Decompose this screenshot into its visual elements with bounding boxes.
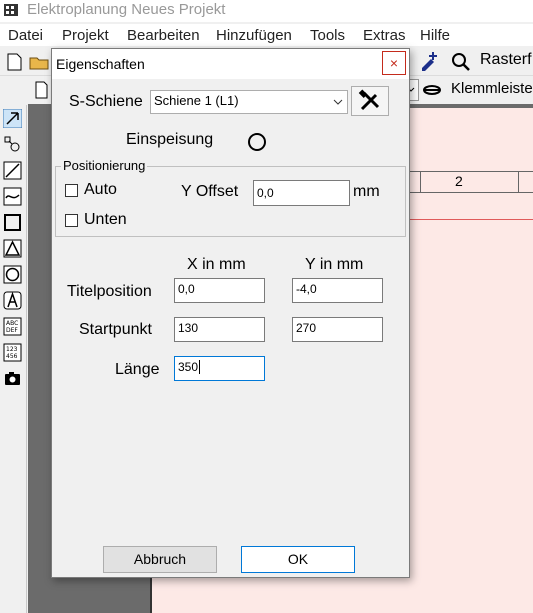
menu-datei[interactable]: Datei [8,27,43,44]
rectangle-tool-icon[interactable] [3,213,22,232]
text-tool-icon[interactable] [3,291,22,310]
laenge-label: Länge [115,361,160,378]
zoom-icon[interactable] [450,51,472,73]
circle-tool-icon[interactable] [3,265,22,284]
open-folder-icon[interactable] [28,51,50,73]
properties-dialog: Eigenschaften × S-Schiene Schiene 1 (L1)… [51,48,410,578]
chevron-down-icon [333,99,343,105]
unten-checkbox[interactable] [65,214,78,227]
y-header: Y in mm [305,256,364,273]
unten-label: Unten [84,211,127,228]
triangle-tool-icon[interactable] [3,239,22,258]
app-icon [4,4,18,16]
titelposition-label: Titelposition [67,283,152,300]
startpunkt-label: Startpunkt [79,321,152,338]
y-offset-input[interactable]: 0,0 [253,180,350,206]
menu-projekt[interactable]: Projekt [62,27,109,44]
app-title: Elektroplanung Neues Projekt [27,1,226,18]
einspeisung-label: Einspeisung [126,131,214,148]
svg-text:123: 123 [6,346,18,353]
text-block-tool-icon[interactable]: ABCDEF [3,317,22,336]
page-icon[interactable] [30,79,52,101]
number-block-tool-icon[interactable]: 123456 [3,343,22,362]
tools-button[interactable] [351,86,389,116]
auto-label: Auto [84,181,117,198]
klemmleiste-label: Klemmleiste [451,80,533,97]
positionierung-legend: Positionierung [61,158,148,173]
svg-text:456: 456 [6,353,18,360]
s-schiene-value: Schiene 1 (L1) [154,93,239,108]
startpunkt-y-input[interactable]: 270 [292,317,383,342]
menu-bearbeiten[interactable]: Bearbeiten [127,27,200,44]
menu-tools[interactable]: Tools [310,27,345,44]
pen-add-icon[interactable] [418,50,440,72]
y-offset-unit: mm [353,183,380,200]
svg-text:ABC: ABC [6,320,18,327]
app-titlebar: Elektroplanung Neues Projekt [0,0,533,22]
ruler-divider [518,172,519,192]
titelposition-y-input[interactable]: -4,0 [292,278,383,303]
ruler-divider [420,172,421,192]
svg-text:DEF: DEF [6,327,18,334]
s-schiene-label: S-Schiene [69,93,143,110]
y-offset-label: Y Offset [181,183,239,200]
menu-bar: Datei Projekt Bearbeiten Hinzufügen Tool… [0,24,533,46]
laenge-value: 350 [178,360,199,374]
einspeisung-indicator[interactable] [247,132,267,152]
terminal-strip-icon[interactable] [421,79,443,101]
camera-icon[interactable] [3,369,22,388]
node-tool-icon[interactable] [3,135,22,154]
laenge-input[interactable]: 350 [174,356,265,381]
column-number: 2 [455,173,463,189]
dialog-titlebar: Eigenschaften × [52,49,409,79]
close-button[interactable]: × [382,51,406,75]
menu-hinzufuegen[interactable]: Hinzufügen [216,27,292,44]
titelposition-x-input[interactable]: 0,0 [174,278,265,303]
menu-hilfe[interactable]: Hilfe [420,27,450,44]
raster-label: Rasterf [480,51,532,68]
new-file-icon[interactable] [3,51,25,73]
ok-button[interactable]: OK [241,546,355,573]
drawing-tools-panel: ABC DEF 123 456 [0,105,27,613]
dialog-title: Eigenschaften [56,56,145,72]
x-header: X in mm [187,256,246,273]
curve-tool-icon[interactable] [3,187,22,206]
startpunkt-x-input[interactable]: 130 [174,317,265,342]
select-arrow-icon[interactable] [3,109,22,128]
s-schiene-select[interactable]: Schiene 1 (L1) [150,90,348,114]
cancel-button[interactable]: Abbruch [103,546,217,573]
tools-icon [358,89,380,111]
menu-extras[interactable]: Extras [363,27,406,44]
auto-checkbox[interactable] [65,184,78,197]
line-tool-icon[interactable] [3,161,22,180]
